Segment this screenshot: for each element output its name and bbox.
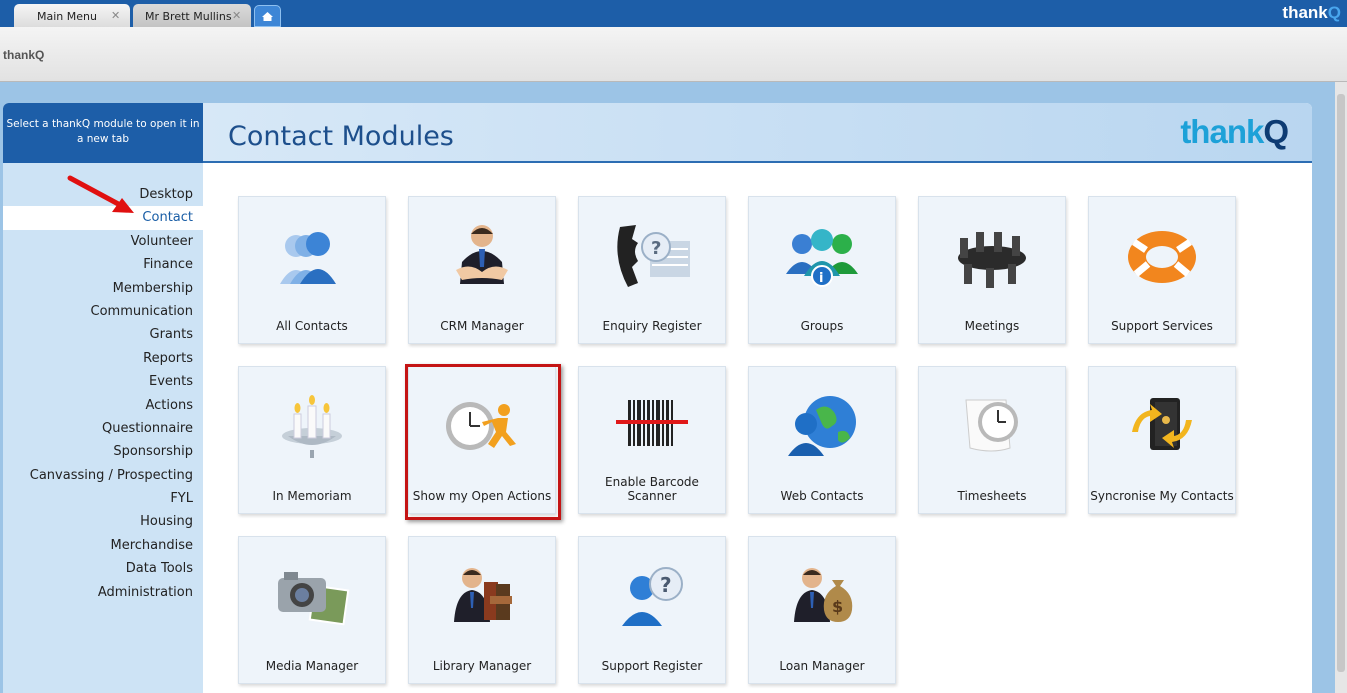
toolbar-title: thankQ	[3, 48, 45, 62]
books-person-icon	[409, 557, 555, 637]
tab-label: Main Menu	[37, 10, 97, 23]
module-tile-meetings[interactable]: Meetings	[918, 196, 1066, 344]
sidebar-item-questionnaire[interactable]: Questionnaire	[3, 417, 203, 440]
svg-text:?: ?	[651, 238, 661, 259]
meeting-table-icon	[919, 217, 1065, 297]
home-icon	[262, 12, 273, 21]
sidebar-menu: Desktop Contact Volunteer Finance Member…	[3, 183, 203, 604]
module-label: Enquiry Register	[602, 319, 702, 333]
module-label: In Memoriam	[272, 489, 352, 503]
title-bar: Main Menu ✕ Mr Brett Mullins ✕ thankQ	[0, 0, 1347, 27]
tab-label: Mr Brett Mullins	[145, 10, 232, 23]
sidebar-item-actions[interactable]: Actions	[3, 394, 203, 417]
brand-text: thank	[1282, 3, 1328, 22]
module-tile-loan-manager[interactable]: $ Loan Manager	[748, 536, 896, 684]
clock-sheet-icon	[919, 387, 1065, 467]
vertical-scrollbar[interactable]	[1335, 82, 1347, 693]
svg-text:?: ?	[660, 573, 672, 597]
tab-main-menu[interactable]: Main Menu ✕	[14, 4, 130, 27]
groups-icon: i	[749, 217, 895, 297]
sidebar-item-finance[interactable]: Finance	[3, 253, 203, 276]
module-tile-crm-manager[interactable]: CRM Manager	[408, 196, 556, 344]
money-bag-icon: $	[749, 557, 895, 637]
module-label: Support Register	[601, 659, 703, 673]
module-tile-enquiry-register[interactable]: ? Enquiry Register	[578, 196, 726, 344]
red-arrow-annotation	[67, 175, 134, 213]
module-header: Contact Modules thankQ	[203, 103, 1312, 163]
close-icon[interactable]: ✕	[111, 9, 120, 22]
sidebar-item-communication[interactable]: Communication	[3, 300, 203, 323]
sidebar-item-reports[interactable]: Reports	[3, 347, 203, 370]
sidebar-item-events[interactable]: Events	[3, 370, 203, 393]
module-tile-support-services[interactable]: Support Services	[1088, 196, 1236, 344]
sidebar-header: Select a thankQ module to open it in a n…	[3, 103, 203, 163]
globe-person-icon	[749, 387, 895, 467]
sidebar-item-volunteer[interactable]: Volunteer	[3, 230, 203, 253]
phone-question-icon: ?	[579, 217, 725, 297]
module-tile-timesheets[interactable]: Timesheets	[918, 366, 1066, 514]
module-label: Timesheets	[957, 489, 1027, 503]
module-tile-support-register[interactable]: ? Support Register	[578, 536, 726, 684]
brand-text: thank	[1180, 113, 1264, 150]
highlight-box-annotation	[405, 364, 561, 520]
home-tab-button[interactable]	[254, 5, 281, 27]
module-label: Web Contacts	[780, 489, 864, 503]
person-question-icon: ?	[579, 557, 725, 637]
barcode-icon	[579, 387, 725, 467]
module-tile-library-manager[interactable]: Library Manager	[408, 536, 556, 684]
lifebuoy-icon	[1089, 217, 1235, 297]
sidebar-item-fyl[interactable]: FYL	[3, 487, 203, 510]
candles-icon	[239, 387, 385, 467]
scrollbar-thumb[interactable]	[1337, 94, 1345, 672]
module-label: All Contacts	[276, 319, 348, 333]
tab-contact-record[interactable]: Mr Brett Mullins ✕	[133, 4, 251, 27]
module-label: Groups	[800, 319, 844, 333]
module-label: Syncronise My Contacts	[1090, 489, 1234, 503]
sidebar-item-canvassing[interactable]: Canvassing / Prospecting	[3, 464, 203, 487]
module-tile-media-manager[interactable]: Media Manager	[238, 536, 386, 684]
module-tile-in-memoriam[interactable]: In Memoriam	[238, 366, 386, 514]
module-tile-web-contacts[interactable]: Web Contacts	[748, 366, 896, 514]
sidebar-item-administration[interactable]: Administration	[3, 581, 203, 604]
brand-logo-top: thankQ	[1282, 3, 1341, 23]
svg-text:i: i	[819, 271, 823, 286]
module-label: Meetings	[964, 319, 1020, 333]
people-icon	[239, 217, 385, 297]
sync-book-icon	[1089, 387, 1235, 467]
toolbar: thankQ	[0, 27, 1347, 82]
module-label: Enable Barcode Scanner	[605, 475, 699, 503]
brand-q: Q	[1263, 113, 1289, 150]
module-label: Loan Manager	[779, 659, 865, 673]
sidebar-item-data-tools[interactable]: Data Tools	[3, 557, 203, 580]
module-label: Media Manager	[265, 659, 359, 673]
module-label: CRM Manager	[440, 319, 524, 333]
sidebar-item-merchandise[interactable]: Merchandise	[3, 534, 203, 557]
handshake-icon	[409, 217, 555, 297]
brand-logo: thankQ	[1180, 113, 1289, 151]
sidebar-item-grants[interactable]: Grants	[3, 323, 203, 346]
module-label: Library Manager	[432, 659, 532, 673]
module-tile-syncronise-my-contacts[interactable]: Syncronise My Contacts	[1088, 366, 1236, 514]
module-tile-enable-barcode-scanner[interactable]: Enable Barcode Scanner	[578, 366, 726, 514]
sidebar-item-membership[interactable]: Membership	[3, 277, 203, 300]
module-tile-groups[interactable]: i Groups	[748, 196, 896, 344]
brand-q: Q	[1327, 3, 1341, 22]
camera-icon	[239, 557, 385, 637]
page-title: Contact Modules	[228, 121, 454, 152]
sidebar-item-sponsorship[interactable]: Sponsorship	[3, 440, 203, 463]
close-icon[interactable]: ✕	[232, 9, 241, 22]
sidebar-item-housing[interactable]: Housing	[3, 510, 203, 533]
module-tile-all-contacts[interactable]: All Contacts	[238, 196, 386, 344]
module-label: Support Services	[1111, 319, 1213, 333]
svg-text:$: $	[832, 597, 843, 616]
